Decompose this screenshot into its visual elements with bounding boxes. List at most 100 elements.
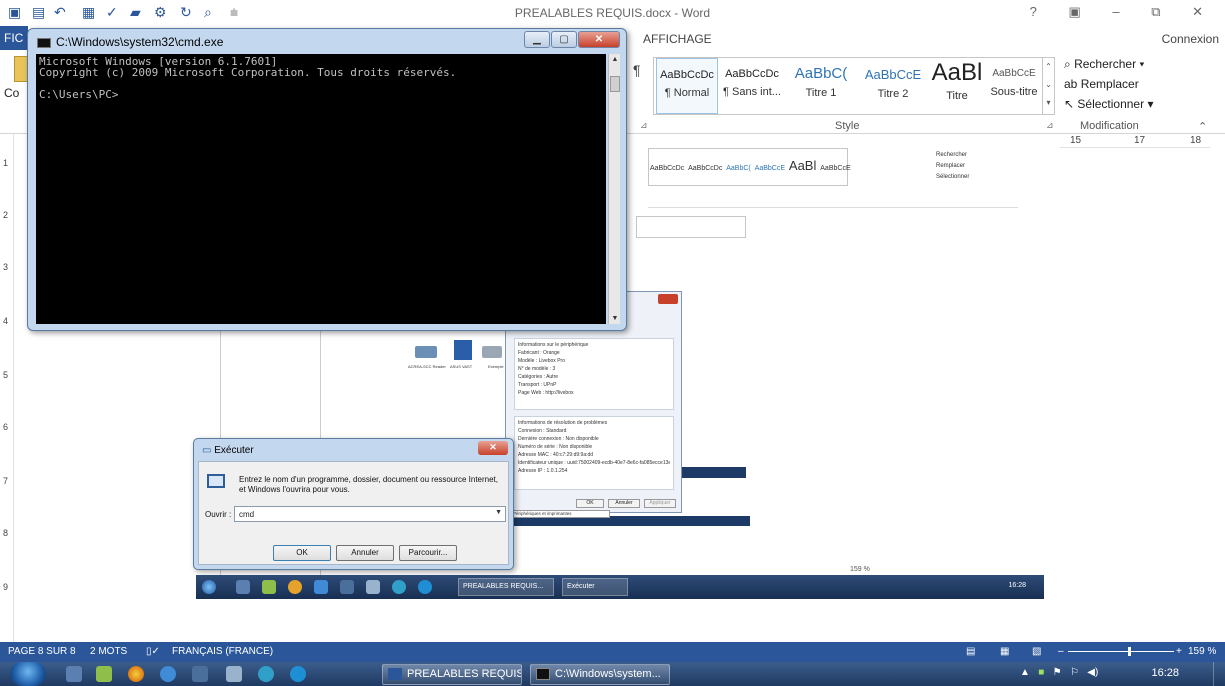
flag-icon[interactable]: ⚐ xyxy=(1070,667,1079,678)
styles-scroll[interactable]: ⌃ ⌄ ▾ xyxy=(1042,58,1054,114)
scroll-down-icon[interactable]: ▼ xyxy=(609,315,621,322)
run-dialog: ▭ Exécuter ✕ Entrez le nom d'un programm… xyxy=(193,438,514,570)
network-icon[interactable]: ■ xyxy=(1038,667,1044,678)
windows-taskbar: PREALABLES REQUIS... C:\Windows\system..… xyxy=(0,662,1225,686)
pilcrow-icon[interactable]: ¶ xyxy=(633,62,641,78)
ie-icon xyxy=(314,580,328,594)
task-cmd[interactable]: C:\Windows\system... xyxy=(530,664,670,685)
troubleshoot-panel: Informations de résolution de problèmes … xyxy=(514,416,674,490)
tab-file[interactable]: FIC xyxy=(0,26,28,50)
ruler-number: 18 xyxy=(1190,135,1202,146)
run-description: Entrez le nom d'un programme, dossier, d… xyxy=(239,475,498,494)
task-label: C:\Windows\system... xyxy=(555,668,661,680)
start-button[interactable] xyxy=(10,662,46,686)
proofing-icon[interactable]: ▯✓ xyxy=(146,646,160,657)
style-titre-1[interactable]: AaBbC( Titre 1 xyxy=(786,58,856,114)
open-label: Ouvrir : xyxy=(205,510,232,519)
rechercher-button[interactable]: ⌕ Rechercher ▾ xyxy=(1064,54,1174,74)
app-icon[interactable] xyxy=(192,666,208,682)
clock[interactable]: 16:28 xyxy=(1151,667,1179,679)
style-name: Titre xyxy=(946,90,968,102)
chrome-icon[interactable] xyxy=(128,666,144,682)
zoom-out-icon[interactable]: – xyxy=(1058,646,1064,657)
scroll-down-icon[interactable]: ⌄ xyxy=(1043,76,1054,94)
media-player-icon[interactable] xyxy=(96,666,112,682)
scroll-thumb[interactable] xyxy=(610,76,620,92)
nested-apply-button: Appliquer xyxy=(644,499,676,508)
chevron-down-icon[interactable]: ▼ xyxy=(495,509,502,516)
explorer-icon[interactable] xyxy=(66,666,82,682)
internet-explorer-icon[interactable] xyxy=(160,666,176,682)
task-label: PREALABLES REQUIS... xyxy=(407,668,522,680)
language-indicator[interactable]: FRANÇAIS (FRANCE) xyxy=(172,646,273,657)
cmd-title-bar[interactable]: C:\Windows\system32\cmd.exe xyxy=(37,35,223,49)
read-mode-icon[interactable]: ▤ xyxy=(966,646,975,657)
web-layout-icon[interactable]: ▧ xyxy=(1032,646,1041,657)
close-button[interactable]: ✕ xyxy=(578,31,620,48)
volume-icon[interactable]: ◀) xyxy=(1087,667,1098,678)
zoom-slider-thumb[interactable] xyxy=(1128,647,1131,656)
skype-icon[interactable] xyxy=(290,666,306,682)
word-window-controls[interactable]: ? ▣ – ⧉ ✕ xyxy=(1030,4,1217,20)
collapse-ribbon-icon[interactable]: ⌃ xyxy=(1198,120,1207,133)
remplacer-button[interactable]: ab Remplacer xyxy=(1064,74,1174,94)
system-tray[interactable]: ▲ ■ ⚑ ⚐ ◀) xyxy=(1020,667,1098,678)
app-icon xyxy=(340,580,354,594)
style-name: Titre 1 xyxy=(805,87,837,99)
run-title: Exécuter xyxy=(214,445,254,456)
more-styles-icon[interactable]: ▾ xyxy=(1043,94,1054,112)
selectionner-button[interactable]: ↖ Sélectionner ▾ xyxy=(1064,94,1174,114)
word-count[interactable]: 2 MOTS xyxy=(90,646,127,657)
libraries-icon[interactable] xyxy=(226,666,242,682)
cmd-window[interactable]: C:\Windows\system32\cmd.exe ▁ ▢ ✕ Microsof… xyxy=(27,28,627,331)
style-sample: AaBbCcE xyxy=(864,67,922,82)
style-titre-2[interactable]: AaBbCcE Titre 2 xyxy=(858,58,928,114)
close-icon[interactable]: ✕ xyxy=(478,441,508,455)
print-layout-icon[interactable]: ▦ xyxy=(1000,646,1009,657)
style-sample: AaBbCcDc xyxy=(660,69,714,81)
console-output[interactable]: Microsoft Windows [version 6.1.7601] Copy… xyxy=(36,54,606,324)
rechercher-label: Rechercher xyxy=(1074,57,1137,71)
console-icon xyxy=(536,668,550,680)
minimize-button[interactable]: ▁ xyxy=(524,31,550,48)
ruler-number: 1 xyxy=(3,158,9,168)
show-desktop-button[interactable] xyxy=(1213,662,1225,686)
style-titre[interactable]: AaBl Titre xyxy=(930,58,984,114)
info-line: Connexion : Standard xyxy=(518,428,567,434)
nested-styles-gallery-2 xyxy=(636,216,746,238)
browse-button[interactable]: Parcourir... xyxy=(399,545,457,561)
files-icon xyxy=(366,580,380,594)
style-sans-interligne[interactable]: AaBbCcDc ¶ Sans int... xyxy=(720,58,784,114)
ok-button[interactable]: OK xyxy=(273,545,331,561)
nested-tooltip: Périphériques et imprimantes xyxy=(510,510,610,518)
group-modification-label: Modification xyxy=(1080,120,1139,132)
cmd-scrollbar[interactable]: ▲ ▼ xyxy=(608,54,620,324)
cancel-button[interactable]: Annuler xyxy=(336,545,394,561)
style-sous-titre[interactable]: AaBbCcE Sous-titre xyxy=(986,58,1042,114)
device-label: ASUS VAST xyxy=(450,364,473,369)
action-center-icon[interactable]: ⚑ xyxy=(1053,667,1062,678)
page-indicator[interactable]: PAGE 8 SUR 8 xyxy=(8,646,76,657)
style-sample: AaBbCcDc xyxy=(725,68,779,80)
run-program-icon xyxy=(207,474,225,488)
dialog-launcher-icon[interactable]: ⊿ xyxy=(640,120,648,131)
connexion-link[interactable]: Connexion xyxy=(1162,32,1219,46)
zoom-level[interactable]: 159 % xyxy=(1188,646,1216,657)
nested-ok-button: OK xyxy=(576,499,604,508)
run-title-bar: ▭ Exécuter xyxy=(202,445,254,456)
task-word[interactable]: PREALABLES REQUIS... xyxy=(382,664,522,685)
zoom-slider[interactable] xyxy=(1068,651,1174,652)
scroll-up-icon[interactable]: ⌃ xyxy=(1043,58,1054,76)
scroll-up-icon[interactable]: ▲ xyxy=(609,56,621,63)
tab-affichage[interactable]: AFFICHAGE xyxy=(643,32,712,46)
zoom-in-icon[interactable]: + xyxy=(1176,646,1182,657)
nested-modification-group: Rechercher Remplacer Sélectionner xyxy=(936,152,970,180)
open-input[interactable]: cmd ▼ xyxy=(234,506,506,522)
app2-icon[interactable] xyxy=(258,666,274,682)
style-dialog-launcher-icon[interactable]: ⊿ xyxy=(1046,120,1054,131)
maximize-button[interactable]: ▢ xyxy=(551,31,577,48)
console-line: Copyright (c) 2009 Microsoft Corporation… xyxy=(39,66,457,79)
show-hidden-icon[interactable]: ▲ xyxy=(1020,667,1030,678)
style-name: Titre 2 xyxy=(877,88,909,100)
style-normal[interactable]: AaBbCcDc ¶ Normal xyxy=(656,58,718,114)
